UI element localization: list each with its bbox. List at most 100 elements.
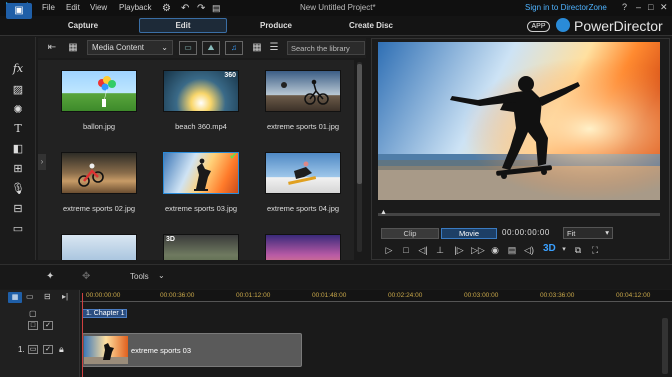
clip-mode-button[interactable]: Clip xyxy=(381,228,439,239)
mark-in-icon[interactable]: ⊥ xyxy=(434,244,446,256)
minimize-button[interactable]: – xyxy=(636,2,641,12)
menu-view[interactable]: View xyxy=(90,3,107,12)
undock-preview-icon[interactable]: ⧉ xyxy=(572,244,584,256)
thumb-3d-partial[interactable]: 3D xyxy=(163,234,239,260)
save-icon[interactable]: ▤ xyxy=(212,3,221,14)
skater-clip-image xyxy=(84,336,128,364)
fast-forward-icon[interactable]: ▷▷ xyxy=(471,244,485,256)
lock-icon[interactable]: 🔒︎ xyxy=(59,344,64,355)
subtitle-icon[interactable]: ▤ xyxy=(506,244,518,256)
pip-room-icon[interactable]: ▨ xyxy=(10,83,26,97)
tools-menu[interactable]: Tools xyxy=(130,272,149,281)
volume-icon[interactable]: ◁) xyxy=(523,244,535,256)
thumb-label: extreme sports 02.jpg xyxy=(62,204,136,213)
dropdown-arrow-icon: ▾ xyxy=(605,228,609,237)
next-frame-icon[interactable]: |▷ xyxy=(453,244,465,256)
preview-timecode[interactable]: 00:00:00:00 xyxy=(502,228,550,237)
timeline-playhead[interactable] xyxy=(82,293,83,377)
video-filter-icon[interactable]: ▭ xyxy=(179,41,197,55)
snapshot-icon[interactable]: ◉ xyxy=(489,244,501,256)
signin-link[interactable]: Sign in to DirectorZone xyxy=(525,3,607,12)
settings-icon[interactable]: ⚙ xyxy=(162,3,171,14)
thumb-extreme-sports-02[interactable] xyxy=(61,152,137,194)
track-headers xyxy=(0,290,80,377)
library-menu-icon[interactable]: ☰ xyxy=(267,41,281,54)
play-icon[interactable]: ▷ xyxy=(383,244,395,256)
track-enable-checkbox[interactable]: ✓ xyxy=(43,345,53,354)
thumb-extreme-sports-03[interactable]: ✔ xyxy=(163,151,239,194)
tab-edit[interactable]: Edit xyxy=(158,21,208,30)
fullscreen-icon[interactable]: ⛶ xyxy=(589,244,601,256)
transition-room-icon[interactable]: ◧ xyxy=(10,142,26,156)
thumb-beach-360[interactable]: 360 xyxy=(163,70,239,112)
chapter-marker[interactable]: 1. Chapter 1 xyxy=(82,309,127,318)
previous-frame-icon[interactable]: ◁| xyxy=(417,244,429,256)
tab-create-disc[interactable]: Create Disc xyxy=(343,21,399,30)
chevron-right-icon: › xyxy=(40,157,44,166)
thumb-partial[interactable] xyxy=(265,234,341,260)
undo-icon[interactable]: ↶ xyxy=(181,3,189,14)
maximize-button[interactable]: □ xyxy=(648,2,653,12)
title-room-icon[interactable]: T xyxy=(10,122,26,136)
track-number: 1. xyxy=(18,345,25,354)
3d-toggle-button[interactable]: 3D xyxy=(543,243,556,254)
360-badge: 360 xyxy=(224,72,236,79)
thumb-extreme-sports-01[interactable] xyxy=(265,70,341,112)
storyboard-view-icon[interactable]: ▭ xyxy=(26,292,34,301)
grid-view-icon[interactable]: ▦ xyxy=(250,41,264,54)
audio-filter-icon[interactable]: ♫ xyxy=(225,41,243,55)
particle-room-icon[interactable]: ✺ xyxy=(10,103,26,117)
3d-dropdown-icon[interactable]: ▾ xyxy=(558,244,570,256)
fit-timeline-icon[interactable]: ▸| xyxy=(62,292,68,301)
skater-preview-image xyxy=(378,42,660,200)
menu-edit[interactable]: Edit xyxy=(66,3,80,12)
scrubber-handle-icon[interactable]: ▲ xyxy=(380,209,387,217)
thumb-label: beach 360.mp4 xyxy=(175,122,227,131)
chapter-room-icon[interactable]: ⊟ xyxy=(10,202,26,216)
zoom-fit-dropdown[interactable]: Fit ▾ xyxy=(563,227,613,239)
powerdirector-brand-icon xyxy=(556,18,570,32)
chevron-down-icon[interactable]: ⌄ xyxy=(158,271,165,280)
import-media-icon[interactable]: ⇤ xyxy=(45,41,59,54)
menu-file[interactable]: File xyxy=(42,3,55,12)
ruler-tick-label: 00:00:00:00 xyxy=(86,292,121,299)
media-room-button[interactable]: ▣ xyxy=(6,3,32,19)
thumb-label: extreme sports 04.jpg xyxy=(266,204,340,213)
plugins-icon[interactable]: ▦ xyxy=(66,41,80,54)
timeline-scrollbar[interactable] xyxy=(662,318,668,374)
collapse-panel-button[interactable]: › xyxy=(38,154,46,170)
redo-icon[interactable]: ↷ xyxy=(197,3,205,14)
tab-capture[interactable]: Capture xyxy=(58,21,108,30)
track-lock-icon[interactable]: □ xyxy=(28,321,38,330)
media-content-dropdown[interactable]: Media Content ⌄ xyxy=(87,40,173,55)
fix-enhance-icon[interactable]: ✥ xyxy=(82,271,90,282)
subtitle-room-icon[interactable]: ▭ xyxy=(10,222,26,236)
thumb-ballon[interactable] xyxy=(61,70,137,112)
voice-over-icon[interactable]: 🎙 xyxy=(10,182,26,196)
search-input[interactable]: Search the library xyxy=(287,41,365,55)
app-badge-button[interactable]: APP xyxy=(527,21,550,32)
tab-produce[interactable]: Produce xyxy=(250,21,302,30)
chevron-down-icon: ⌄ xyxy=(161,43,168,52)
image-filter-icon[interactable]: ⛰ xyxy=(202,41,220,55)
3d-badge: 3D xyxy=(166,236,175,243)
menu-playback[interactable]: Playback xyxy=(119,3,151,12)
ruler-tick-label: 00:01:48:00 xyxy=(312,292,347,299)
library-scrollbar-thumb[interactable] xyxy=(357,64,362,184)
help-button[interactable]: ? xyxy=(622,2,627,12)
magic-tools-icon[interactable]: ✦ xyxy=(46,271,54,282)
ruler-line xyxy=(80,301,672,302)
stop-icon[interactable]: □ xyxy=(400,244,412,256)
audio-mixing-room-icon[interactable]: ⊞ xyxy=(10,162,26,176)
thumb-partial[interactable] xyxy=(61,234,137,260)
track-enable-checkbox[interactable]: ✓ xyxy=(43,321,53,330)
close-button[interactable]: ✕ xyxy=(660,2,668,13)
preview-scrubber[interactable] xyxy=(378,213,660,216)
fx-room-icon[interactable]: fx xyxy=(10,62,26,76)
timeline-view-icon[interactable]: ▦ xyxy=(8,292,22,303)
track-manager-icon[interactable]: ⊟ xyxy=(44,292,51,301)
ruler-tick-label: 00:01:12:00 xyxy=(236,292,271,299)
thumb-extreme-sports-04[interactable] xyxy=(265,152,341,194)
ruler-tick-label: 00:03:00:00 xyxy=(464,292,499,299)
movie-mode-button[interactable]: Movie xyxy=(441,228,497,239)
